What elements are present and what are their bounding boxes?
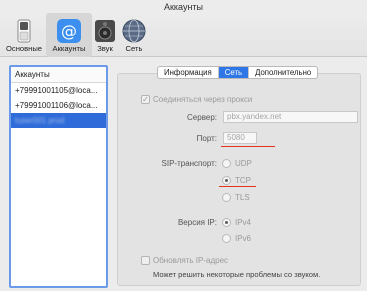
account-item[interactable]: +79991001106@loca...	[11, 98, 106, 113]
proxy-checkbox[interactable]: ✓	[141, 95, 150, 104]
update-ip-checkbox[interactable]	[141, 256, 150, 265]
transport-tls-radio[interactable]	[222, 193, 231, 202]
svg-text:@: @	[61, 22, 77, 41]
accounts-list[interactable]: Аккаунты +79991001105@loca... +799910011…	[9, 65, 108, 288]
tab-network[interactable]: Сеть	[218, 67, 250, 78]
update-ip-hint: Может решить некоторые проблемы со звуко…	[153, 270, 321, 279]
update-ip-label: Обновлять IP-адрес	[153, 256, 229, 265]
transport-tcp-radio[interactable]	[222, 176, 231, 185]
toolbar-accounts-label: Аккаунты	[52, 44, 86, 53]
account-item-selected[interactable]: tuser001 prod	[11, 113, 106, 128]
speaker-icon	[95, 20, 115, 42]
toolbar-sound-label: Звук	[97, 44, 113, 53]
ip-v4-radio[interactable]	[222, 218, 231, 227]
tab-info[interactable]: Информация	[158, 67, 219, 78]
tab-advanced[interactable]: Дополнительно	[249, 67, 317, 78]
preferences-toolbar: Основные @ Аккаунты Звук Сеть	[0, 13, 367, 57]
server-input[interactable]: pbx.yandex.net	[223, 111, 358, 123]
toolbar-network-label: Сеть	[125, 44, 143, 53]
ip-v4-label: IPv4	[235, 218, 252, 227]
window-title: Аккаунты	[163, 2, 204, 12]
ip-v6-label: IPv6	[235, 234, 252, 243]
server-label: Сервер:	[187, 113, 217, 122]
settings-tabs: Информация Сеть Дополнительно	[157, 66, 319, 79]
transport-udp-radio[interactable]	[222, 159, 231, 168]
transport-udp-label: UDP	[235, 159, 252, 168]
toolbar-sound-button[interactable]: Звук	[92, 13, 118, 57]
account-item-label: tuser001 prod	[15, 116, 65, 125]
transport-annotation-underline	[219, 186, 256, 187]
globe-icon	[122, 19, 146, 43]
toolbar-general-button[interactable]: Основные	[2, 13, 46, 57]
transport-tls-label: TLS	[235, 193, 250, 202]
toolbar-accounts-button[interactable]: @ Аккаунты	[46, 13, 92, 57]
port-input[interactable]: 5080	[223, 132, 257, 144]
account-item[interactable]: +79991001105@loca...	[11, 83, 106, 98]
accounts-list-header: Аккаунты	[11, 67, 106, 83]
toolbar-general-label: Основные	[5, 44, 43, 53]
at-sign-icon: @	[57, 19, 81, 43]
transport-tcp-label: TCP	[235, 176, 251, 185]
ip-v6-radio[interactable]	[222, 234, 231, 243]
port-label: Порт:	[196, 134, 217, 143]
toolbar-network-button[interactable]: Сеть	[120, 13, 148, 57]
general-switch-icon	[17, 19, 31, 43]
proxy-checkbox-label: Соединяться через прокси	[153, 95, 253, 104]
port-annotation-underline	[221, 146, 275, 147]
sip-transport-label: SIP-транспорт:	[161, 159, 217, 168]
ip-version-label: Версия IP:	[177, 218, 217, 227]
